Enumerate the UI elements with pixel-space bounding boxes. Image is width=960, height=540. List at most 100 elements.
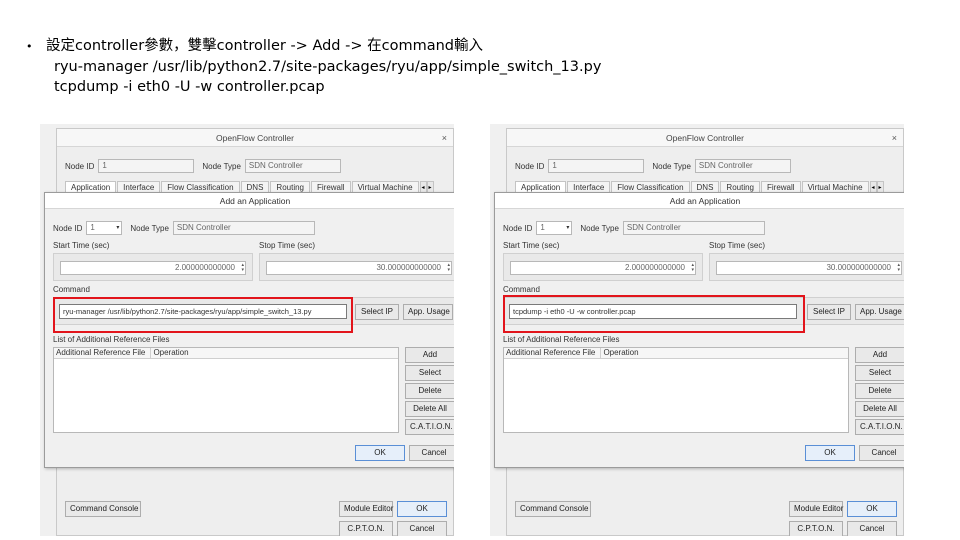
stop-time-label: Stop Time (sec) [709, 241, 766, 250]
list-label-row: List of Additional Reference Files [53, 335, 170, 344]
cancel-button[interactable]: Cancel [409, 445, 454, 461]
node-type-label: Node Type [202, 161, 241, 171]
stop-time-value: 30.000000000000 [376, 263, 441, 272]
ryu-command-text: ryu-manager /usr/lib/python2.7/site-pack… [54, 59, 602, 75]
list-header: Additional Reference File Operation [504, 348, 848, 359]
node-id-field[interactable]: 1 [548, 159, 645, 173]
dialog-title: OpenFlow Controller [666, 133, 744, 143]
command-label-row: Command [53, 285, 90, 294]
cation-button[interactable]: C.A.T.I.O.N. [855, 419, 904, 435]
node-type-label: Node Type [580, 223, 619, 233]
start-time-group: 2.000000000000 ▴ ▾ [53, 253, 253, 281]
cancel-button[interactable]: Cancel [847, 521, 897, 536]
start-time-value: 2.000000000000 [624, 263, 685, 272]
cpton-button[interactable]: C.P.T.O.N. [789, 521, 843, 536]
stop-time-group: 30.000000000000 ▴ ▾ [709, 253, 904, 281]
command-label: Command [503, 285, 540, 294]
add-button[interactable]: Add [405, 347, 454, 363]
delete-button[interactable]: Delete [405, 383, 454, 399]
stop-time-input[interactable]: 30.000000000000 ▴ ▾ [716, 261, 902, 275]
node-row: Node ID 1 Node Type SDN Controller [515, 159, 791, 173]
node-id-select[interactable]: 1 ▾ [536, 221, 573, 235]
node-type-label: Node Type [652, 161, 691, 171]
add-application-dialog: Add an Application × Node ID 1▾ Node Typ… [494, 192, 904, 468]
bottom-row-2: C.P.T.O.N. Cancel [339, 521, 447, 536]
node-type-field[interactable]: SDN Controller [244, 159, 341, 173]
stop-time-group: 30.000000000000 ▴ ▾ [259, 253, 454, 281]
stop-time-label-row: Stop Time (sec) [259, 241, 315, 250]
node-id-label: Node ID [65, 161, 95, 171]
spinner-icon[interactable]: ▴ ▾ [238, 263, 244, 273]
ok-button[interactable]: OK [397, 501, 447, 517]
delete-all-button[interactable]: Delete All [405, 401, 454, 417]
node-id-value: 1 [90, 223, 95, 232]
select-button[interactable]: Select [855, 365, 904, 381]
ok-button[interactable]: OK [355, 445, 405, 461]
cation-button[interactable]: C.A.T.I.O.N. [405, 419, 454, 435]
close-icon[interactable]: × [892, 129, 897, 147]
start-time-input[interactable]: 2.000000000000 ▴ ▾ [60, 261, 246, 275]
stop-time-input[interactable]: 30.000000000000 ▴ ▾ [266, 261, 452, 275]
reference-files-label: List of Additional Reference Files [53, 335, 170, 344]
dialog-title-bar: OpenFlow Controller × [57, 129, 453, 147]
node-type-field[interactable]: SDN Controller [694, 159, 791, 173]
spinner-icon[interactable]: ▴ ▾ [894, 263, 900, 273]
node-type-field[interactable]: SDN Controller [172, 221, 315, 235]
reference-files-list[interactable]: Additional Reference File Operation [53, 347, 399, 433]
add-button[interactable]: Add [855, 347, 904, 363]
reference-files-label: List of Additional Reference Files [503, 335, 620, 344]
node-id-field[interactable]: 1 [98, 159, 195, 173]
col-reference-file[interactable]: Additional Reference File [54, 348, 152, 358]
stop-time-label: Stop Time (sec) [259, 241, 316, 250]
add-application-title: Add an Application [219, 196, 291, 206]
start-time-label: Start Time (sec) [53, 241, 110, 250]
cancel-button[interactable]: Cancel [859, 445, 904, 461]
select-button[interactable]: Select [405, 365, 454, 381]
app-usage-button[interactable]: App. Usage [855, 304, 904, 320]
ok-button[interactable]: OK [805, 445, 855, 461]
command-highlight-box [53, 297, 353, 333]
chevron-down-icon: ▾ [566, 225, 570, 231]
bottom-row-1: Command Console Module Editor OK [515, 501, 897, 517]
command-label-row: Command [503, 285, 540, 294]
col-reference-file[interactable]: Additional Reference File [504, 348, 602, 358]
app-usage-button[interactable]: App. Usage [403, 304, 453, 320]
select-ip-button[interactable]: Select IP [355, 304, 399, 320]
bullet-item: • 設定controller參數，雙擊controller -> Add -> … [26, 36, 601, 57]
delete-all-button[interactable]: Delete All [855, 401, 904, 417]
bottom-row-2: C.P.T.O.N. Cancel [789, 521, 897, 536]
cancel-button[interactable]: Cancel [397, 521, 447, 536]
command-console-button[interactable]: Command Console [65, 501, 141, 517]
add-application-title: Add an Application [669, 196, 741, 206]
node-id-select[interactable]: 1 ▾ [86, 221, 123, 235]
col-operation[interactable]: Operation [601, 348, 848, 358]
module-editor-button[interactable]: Module Editor [789, 501, 843, 517]
col-operation[interactable]: Operation [151, 348, 398, 358]
command-console-button[interactable]: Command Console [515, 501, 591, 517]
ok-button[interactable]: OK [847, 501, 897, 517]
command-highlight-box [503, 295, 805, 333]
delete-button[interactable]: Delete [855, 383, 904, 399]
start-time-label-row: Start Time (sec) [53, 241, 109, 250]
spinner-icon[interactable]: ▴ ▾ [688, 263, 694, 273]
command-label: Command [53, 285, 90, 294]
start-time-value: 2.000000000000 [174, 263, 235, 272]
node-row: Node ID 1 ▾ Node Type SDN Controller [503, 221, 765, 235]
stop-time-value: 30.000000000000 [826, 263, 891, 272]
start-time-input[interactable]: 2.000000000000 ▴ ▾ [510, 261, 696, 275]
instruction-text: 設定controller參數，雙擊controller -> Add -> 在c… [46, 38, 483, 54]
start-time-label-row: Start Time (sec) [503, 241, 559, 250]
reference-files-list[interactable]: Additional Reference File Operation [503, 347, 849, 433]
node-id-label: Node ID [503, 223, 533, 233]
list-header: Additional Reference File Operation [54, 348, 398, 359]
cpton-button[interactable]: C.P.T.O.N. [339, 521, 393, 536]
tcpdump-command-text: tcpdump -i eth0 -U -w controller.pcap [54, 79, 325, 95]
module-editor-button[interactable]: Module Editor [339, 501, 393, 517]
node-row: Node ID 1 Node Type SDN Controller [65, 159, 341, 173]
node-id-label: Node ID [515, 161, 545, 171]
spinner-icon[interactable]: ▴ ▾ [444, 263, 450, 273]
close-icon[interactable]: × [442, 129, 447, 147]
select-ip-button[interactable]: Select IP [807, 304, 851, 320]
dialog-title: OpenFlow Controller [216, 133, 294, 143]
node-type-field[interactable]: SDN Controller [622, 221, 765, 235]
